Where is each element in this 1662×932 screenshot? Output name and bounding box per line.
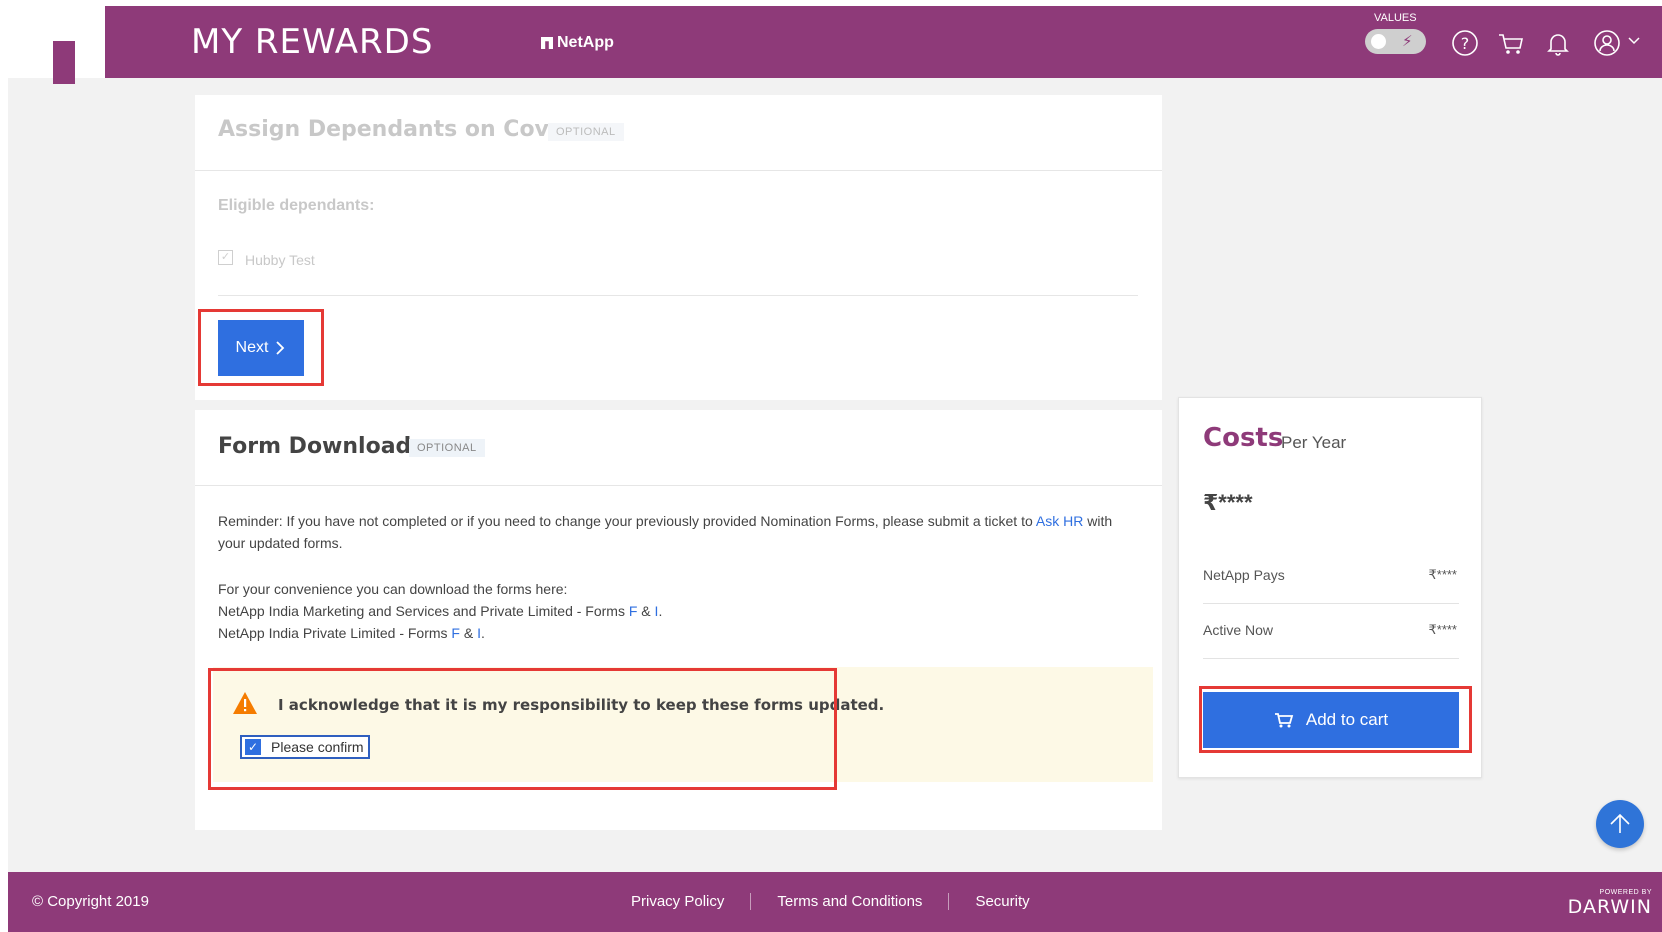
- costs-subtitle: Per Year: [1281, 433, 1347, 452]
- divider: [195, 485, 1162, 486]
- arrow-up-icon: [1610, 813, 1630, 833]
- terms-link[interactable]: Terms and Conditions: [750, 893, 948, 910]
- divider: [1203, 658, 1459, 659]
- logo[interactable]: [8, 6, 105, 84]
- period: .: [658, 603, 663, 619]
- app-title: MY REWARDS: [191, 22, 434, 62]
- eligible-label: Eligible dependants:: [218, 197, 375, 214]
- toggle-knob: [1371, 34, 1386, 49]
- powered-by-text: POWERED BY: [1599, 889, 1652, 896]
- divider: [218, 295, 1138, 296]
- privacy-policy-link[interactable]: Privacy Policy: [631, 893, 750, 910]
- highlight-acknowledge: [208, 668, 837, 790]
- svg-text:?: ?: [1461, 34, 1470, 53]
- divider: [1203, 603, 1459, 604]
- costs-total: ₹****: [1203, 490, 1253, 515]
- copyright-text: © Copyright 2019: [32, 893, 149, 910]
- netapp-icon: [541, 37, 553, 49]
- user-icon[interactable]: [1592, 28, 1622, 58]
- costs-title: Costs: [1203, 423, 1284, 453]
- netapp-pays-label: NetApp Pays: [1203, 567, 1285, 583]
- chevron-down-icon[interactable]: [1627, 33, 1641, 47]
- bell-icon[interactable]: [1543, 28, 1573, 58]
- optional-badge: OPTIONAL: [409, 439, 485, 457]
- convenience-text: For your convenience you can download th…: [218, 581, 568, 597]
- values-label: VALUES: [1374, 12, 1417, 24]
- forms-line-1: NetApp India Marketing and Services and …: [218, 600, 1118, 622]
- dependants-card: Assign Dependants on Cover OPTIONAL Elig…: [195, 95, 1162, 400]
- form-download-title: Form Download: [218, 434, 412, 459]
- highlight-next: [198, 309, 324, 386]
- help-icon[interactable]: ?: [1450, 28, 1480, 58]
- security-link[interactable]: Security: [948, 893, 1055, 910]
- values-toggle[interactable]: ⚡: [1365, 29, 1426, 54]
- form-f-link[interactable]: F: [451, 625, 460, 641]
- active-now-value: ₹****: [1428, 622, 1457, 637]
- footer-links: Privacy Policy Terms and Conditions Secu…: [631, 893, 1056, 910]
- brand-name: NetApp: [557, 34, 614, 51]
- forms-line-2: NetApp India Private Limited - Forms F &…: [218, 622, 1118, 644]
- bolt-icon: ⚡: [1402, 33, 1413, 50]
- scroll-to-top-button[interactable]: [1596, 800, 1644, 848]
- forms-text: For your convenience you can download th…: [218, 578, 1118, 644]
- divider: [195, 170, 1162, 171]
- brand-logo: NetApp: [541, 34, 614, 52]
- dependants-title: Assign Dependants on Cover: [218, 117, 575, 142]
- amp: &: [459, 625, 478, 641]
- reminder-pre: Reminder: If you have not completed or i…: [218, 513, 1036, 529]
- company-1: NetApp India Marketing and Services and …: [218, 603, 629, 619]
- company-2: NetApp India Private Limited - Forms: [218, 625, 452, 641]
- netapp-pays-value: ₹****: [1428, 567, 1457, 582]
- cart-icon[interactable]: [1496, 28, 1526, 58]
- active-now-label: Active Now: [1203, 622, 1274, 638]
- period: .: [481, 625, 485, 641]
- logo-mark: [53, 41, 75, 84]
- dependant-name: Hubby Test: [245, 252, 315, 268]
- dependant-checkbox[interactable]: ✓: [218, 250, 233, 265]
- darwin-logo: DARWIN: [1567, 896, 1652, 918]
- ask-hr-link[interactable]: Ask HR: [1036, 513, 1083, 529]
- footer: © Copyright 2019 Privacy Policy Terms an…: [8, 872, 1662, 932]
- powered-by-logo: POWERED BY DARWIN: [1568, 889, 1652, 918]
- reminder-text: Reminder: If you have not completed or i…: [218, 510, 1118, 554]
- highlight-add-to-cart: [1199, 686, 1472, 753]
- amp: &: [637, 603, 655, 619]
- optional-badge: OPTIONAL: [548, 123, 624, 141]
